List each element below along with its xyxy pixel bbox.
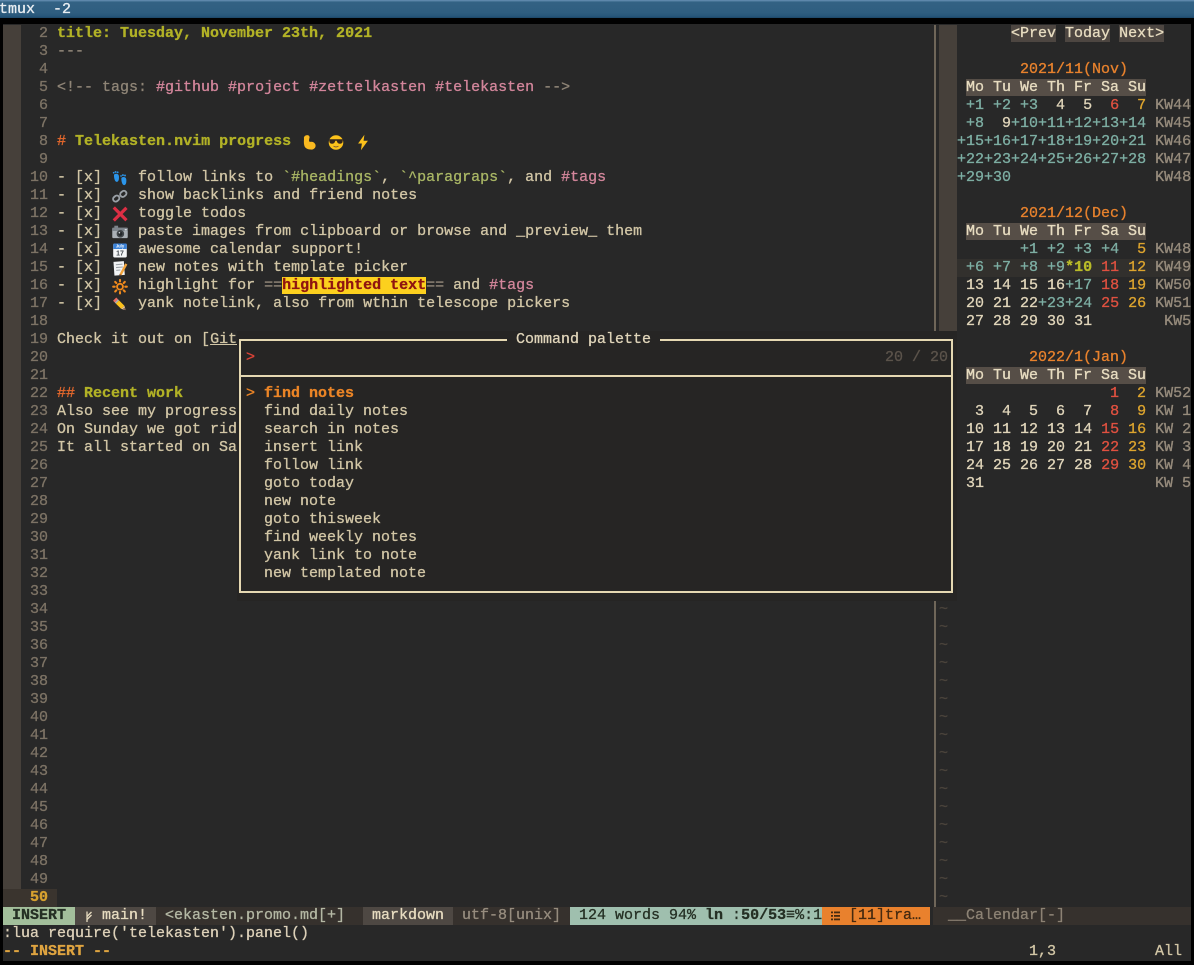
svg-text:July: July xyxy=(116,244,125,249)
svg-text:17: 17 xyxy=(116,250,124,257)
